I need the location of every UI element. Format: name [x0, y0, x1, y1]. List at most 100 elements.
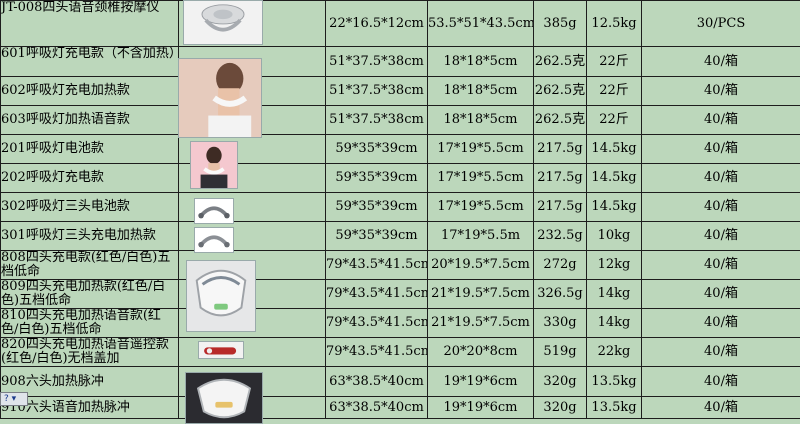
unit-weight-cell[interactable]: 217.5g — [533, 134, 587, 164]
outer-box-size-cell[interactable]: 79*43.5*41.5cm — [325, 308, 428, 338]
unit-weight-cell[interactable]: 262.5克 — [533, 76, 587, 106]
table-row: 601呼吸灯充电款（不含加热） 51*37.5*38cm 18*18*5cm 262.… — [0, 46, 800, 77]
gross-weight-cell[interactable]: 14kg — [586, 308, 642, 338]
gross-weight-cell[interactable]: 22斤 — [586, 46, 642, 77]
pack-qty-cell[interactable]: 40/箱 — [641, 163, 800, 193]
pack-qty-cell[interactable]: 40/箱 — [641, 396, 800, 419]
unit-weight-cell[interactable]: 217.5g — [533, 163, 587, 193]
outer-box-size-cell[interactable]: 51*37.5*38cm — [325, 76, 428, 106]
product-photo-808 — [186, 260, 256, 332]
table-row: 301呼吸灯三头充电加热款 59*35*39cm 17*19*5.5m 232.5g 1… — [0, 221, 800, 251]
table-row: 201呼吸灯电池款 59*35*39cm 17*19*5.5cm 217.5g 14.5… — [0, 134, 800, 164]
product-name-cell[interactable]: 808四头充电款(红色/白色)五档低命 — [0, 250, 179, 280]
inner-box-size-cell[interactable]: 17*19*5.5cm — [427, 163, 534, 193]
gross-weight-cell[interactable]: 12kg — [586, 250, 642, 280]
pack-qty-cell[interactable]: 30/PCS — [641, 0, 800, 47]
product-name-cell[interactable]: JT-008四头语音颈椎按摩仪 — [0, 0, 179, 47]
outer-box-size-cell[interactable]: 59*35*39cm — [325, 134, 428, 164]
unit-weight-cell[interactable]: 385g — [533, 0, 587, 47]
outer-box-size-cell[interactable]: 63*38.5*40cm — [325, 396, 428, 419]
inner-box-size-cell[interactable]: 21*19.5*7.5cm — [427, 279, 534, 309]
unit-weight-cell[interactable]: 262.5克 — [533, 46, 587, 77]
outer-box-size-cell[interactable]: 79*43.5*41.5cm — [325, 279, 428, 309]
product-photo-908 — [185, 372, 263, 424]
unit-weight-cell[interactable]: 326.5g — [533, 279, 587, 309]
unit-weight-cell[interactable]: 262.5克 — [533, 105, 587, 135]
gross-weight-cell[interactable]: 14kg — [586, 279, 642, 309]
product-name-cell[interactable]: 602呼吸灯充电加热款 — [0, 76, 179, 106]
inner-box-size-cell[interactable]: 53.5*51*43.5cm — [427, 0, 534, 47]
pack-qty-cell[interactable]: 40/箱 — [641, 250, 800, 280]
gross-weight-cell[interactable]: 14.5kg — [586, 192, 642, 222]
product-name-cell[interactable]: 809四头充电加热款(红色/白色)五档低命 — [0, 279, 179, 309]
outer-box-size-cell[interactable]: 59*35*39cm — [325, 163, 428, 193]
product-name-cell[interactable]: 202呼吸灯充电款 — [0, 163, 179, 193]
pack-qty-cell[interactable]: 40/箱 — [641, 308, 800, 338]
table-row: 820四头充电加热语音遥控款(红色/白色)无档盖加 79*43.5*41.5cm 2… — [0, 337, 800, 367]
pack-qty-cell[interactable]: 40/箱 — [641, 221, 800, 251]
product-photo-302 — [194, 198, 234, 224]
product-name-cell[interactable]: 603呼吸灯加热语音款 — [0, 105, 179, 135]
outer-box-size-cell[interactable]: 59*35*39cm — [325, 192, 428, 222]
product-name-cell[interactable]: 301呼吸灯三头充电加热款 — [0, 221, 179, 251]
gross-weight-cell[interactable]: 22斤 — [586, 105, 642, 135]
pack-qty-cell[interactable]: 40/箱 — [641, 279, 800, 309]
gross-weight-cell[interactable]: 12.5kg — [586, 0, 642, 47]
pack-qty-cell[interactable]: 40/箱 — [641, 76, 800, 106]
pack-qty-cell[interactable]: 40/箱 — [641, 134, 800, 164]
product-photo-neck-massager-jt008 — [183, 0, 263, 45]
gross-weight-cell[interactable]: 14.5kg — [586, 163, 642, 193]
outer-box-size-cell[interactable]: 51*37.5*38cm — [325, 46, 428, 77]
outer-box-size-cell[interactable]: 79*43.5*41.5cm — [325, 250, 428, 280]
inner-box-size-cell[interactable]: 18*18*5cm — [427, 105, 534, 135]
product-name-cell[interactable]: 820四头充电加热语音遥控款(红色/白色)无档盖加 — [0, 337, 179, 367]
outer-box-size-cell[interactable]: 63*38.5*40cm — [325, 366, 428, 397]
table-row: 908六头加热脉冲 63*38.5*40cm 19*19*6cm 320g 13.5kg… — [0, 366, 800, 397]
inner-box-size-cell[interactable]: 19*19*6cm — [427, 366, 534, 397]
gross-weight-cell[interactable]: 14.5kg — [586, 134, 642, 164]
inner-box-size-cell[interactable]: 19*19*6cm — [427, 396, 534, 419]
table-row: JT-008四头语音颈椎按摩仪 22*16.5*12cm 53.5*51*43.5c… — [0, 0, 800, 47]
table-row: 202呼吸灯充电款 59*35*39cm 17*19*5.5cm 217.5g 14.5… — [0, 163, 800, 193]
product-name-cell[interactable]: 810四头充电加热语音款(红色/白色)五档低命 — [0, 308, 179, 338]
product-photo-301 — [194, 227, 234, 253]
gross-weight-cell[interactable]: 13.5kg — [586, 396, 642, 419]
pack-qty-cell[interactable]: 40/箱 — [641, 46, 800, 77]
outer-box-size-cell[interactable]: 22*16.5*12cm — [325, 0, 428, 47]
pack-qty-cell[interactable]: 40/箱 — [641, 366, 800, 397]
gross-weight-cell[interactable]: 22斤 — [586, 76, 642, 106]
inner-box-size-cell[interactable]: 18*18*5cm — [427, 46, 534, 77]
outer-box-size-cell[interactable]: 51*37.5*38cm — [325, 105, 428, 135]
inner-box-size-cell[interactable]: 20*20*8cm — [427, 337, 534, 367]
unit-weight-cell[interactable]: 330g — [533, 308, 587, 338]
gross-weight-cell[interactable]: 13.5kg — [586, 366, 642, 397]
gross-weight-cell[interactable]: 10kg — [586, 221, 642, 251]
unit-weight-cell[interactable]: 320g — [533, 366, 587, 397]
inner-box-size-cell[interactable]: 17*19*5.5cm — [427, 192, 534, 222]
unit-weight-cell[interactable]: 232.5g — [533, 221, 587, 251]
inner-box-size-cell[interactable]: 18*18*5cm — [427, 76, 534, 106]
gross-weight-cell[interactable]: 22kg — [586, 337, 642, 367]
unit-weight-cell[interactable]: 519g — [533, 337, 587, 367]
pack-qty-cell[interactable]: 40/箱 — [641, 105, 800, 135]
help-button-icon[interactable]: ? ▾ — [0, 392, 28, 406]
unit-weight-cell[interactable]: 272g — [533, 250, 587, 280]
inner-box-size-cell[interactable]: 17*19*5.5cm — [427, 134, 534, 164]
inner-box-size-cell[interactable]: 17*19*5.5m — [427, 221, 534, 251]
outer-box-size-cell[interactable]: 79*43.5*41.5cm — [325, 337, 428, 367]
outer-box-size-cell[interactable]: 59*35*39cm — [325, 221, 428, 251]
product-name-cell[interactable]: 302呼吸灯三头电池款 — [0, 192, 179, 222]
product-name-cell[interactable]: 201呼吸灯电池款 — [0, 134, 179, 164]
unit-weight-cell[interactable]: 217.5g — [533, 192, 587, 222]
table-row: 910六头语音加热脉冲 63*38.5*40cm 19*19*6cm 320g 13.5… — [0, 396, 800, 419]
inner-box-size-cell[interactable]: 20*19.5*7.5cm — [427, 250, 534, 280]
unit-weight-cell[interactable]: 320g — [533, 396, 587, 419]
product-name-cell[interactable]: 601呼吸灯充电款（不含加热） — [0, 46, 179, 77]
inner-box-size-cell[interactable]: 21*19.5*7.5cm — [427, 308, 534, 338]
table-row: 810四头充电加热语音款(红色/白色)五档低命 79*43.5*41.5cm 21*… — [0, 308, 800, 338]
table-row: 809四头充电加热款(红色/白色)五档低命 79*43.5*41.5cm 21*19… — [0, 279, 800, 309]
table-row: 808四头充电款(红色/白色)五档低命 79*43.5*41.5cm 20*19.5… — [0, 250, 800, 280]
pack-qty-cell[interactable]: 40/箱 — [641, 192, 800, 222]
pack-qty-cell[interactable]: 40/箱 — [641, 337, 800, 367]
table-row: 603呼吸灯加热语音款 51*37.5*38cm 18*18*5cm 262.5克 22… — [0, 105, 800, 135]
